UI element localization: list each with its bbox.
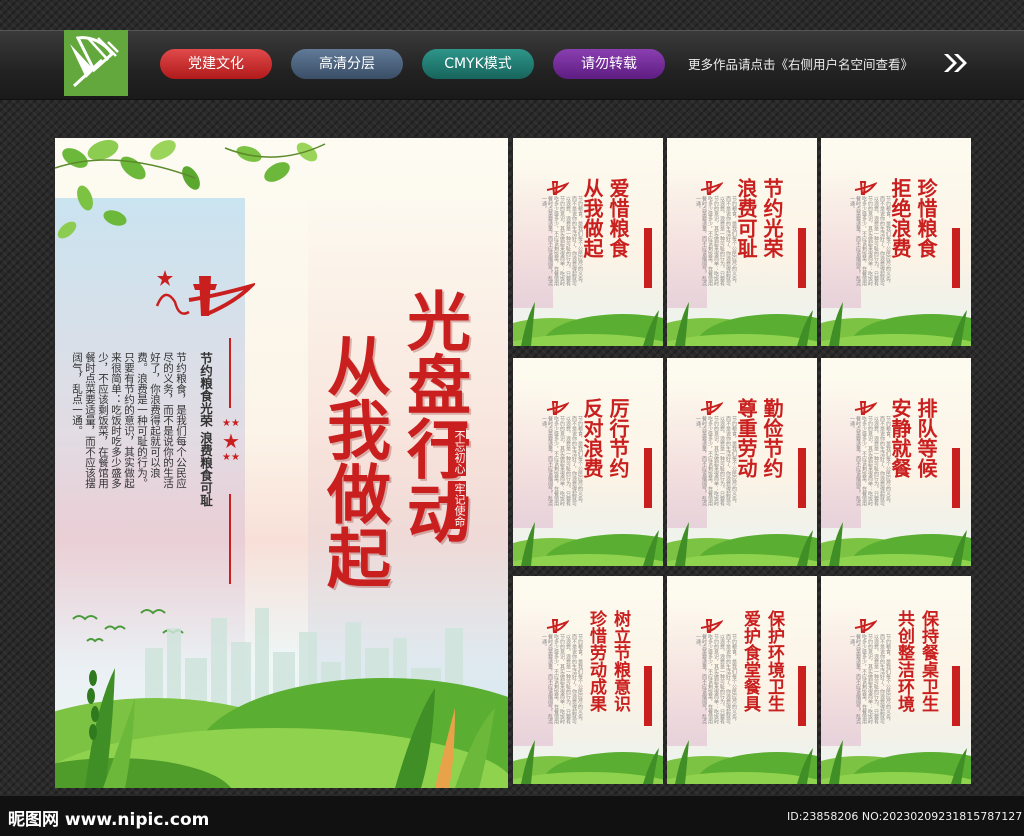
poster-title-line1: 爱惜粮食: [606, 178, 630, 258]
poster-title-line2: 共创整洁环境: [894, 610, 914, 712]
poster-title-line1: 勤俭节约: [760, 398, 784, 478]
tag-hd-layers[interactable]: 高清分层: [291, 49, 403, 79]
poster-hills: [821, 740, 971, 784]
seal-remember-mission: 牢记使命: [448, 481, 466, 529]
small-poster-3[interactable]: 珍惜粮食 拒绝浪费 节约粮食，是我们每个公民应尽的义务，而不是说你的生活好了，你…: [821, 138, 971, 346]
poster-seal: [798, 666, 806, 726]
poster-subtitle: 节约粮食光荣 浪费粮食可耻: [198, 352, 213, 507]
poster-title-line1: 保持餐桌卫生: [918, 610, 938, 712]
small-poster-4[interactable]: 厉行节约 反对浪费 节约粮食，是我们每个公民应尽的义务，而不是说你的生活好了，你…: [513, 358, 663, 566]
poster-fine-print: 节约粮食，是我们每个公民应尽的义务，而不是说你的生活好了，你浪费得起就可以浪费。…: [541, 416, 583, 506]
poster-fine-print: 节约粮食，是我们每个公民应尽的义务，而不是说你的生活好了，你浪费得起就可以浪费。…: [695, 196, 737, 286]
poster-hills: [667, 740, 817, 784]
china-dream-mini-logo: [546, 181, 569, 195]
main-poster: 光盘行动 从我做起 不忘初心 牢记使命 ★★ ★ ★★ 节约粮食光荣 浪费粮食可耻 …: [55, 138, 508, 788]
double-arrow-icon[interactable]: [942, 52, 970, 74]
leaves-decoration: [55, 139, 326, 239]
site-watermark[interactable]: 昵图网 www.nipic.com: [8, 805, 209, 830]
poster-fine-print: 节约粮食，是我们每个公民应尽的义务，而不是说你的生活好了，你浪费得起就可以浪费。…: [849, 196, 891, 286]
tag-party-culture[interactable]: 党建文化: [160, 49, 272, 79]
china-dream-mini-logo: [854, 181, 877, 195]
poster-fine-print: 节约粮食，是我们每个公民应尽的义务，而不是说你的生活好了，你浪费得起就可以浪费。…: [541, 196, 583, 286]
poster-hills: [821, 302, 971, 346]
poster-title-line1: 保护环境卫生: [764, 610, 784, 712]
poster-seal: [644, 228, 652, 288]
more-works-link[interactable]: 更多作品请点击《右侧用户名空间查看》: [688, 54, 913, 73]
red-line-top: [229, 338, 231, 408]
main-title-line2: 从我做起: [316, 333, 391, 589]
poster-hills: [513, 522, 663, 566]
poster-title-line1: 珍惜粮食: [914, 178, 938, 258]
poster-seal: [644, 448, 652, 508]
poster-title-line2: 珍惜劳动成果: [586, 610, 606, 712]
poster-seal: [798, 448, 806, 508]
china-dream-mini-logo: [854, 401, 877, 415]
poster-body-text: 节约粮食，是我们每个公民应尽的义务，而不是说你的生活好了，你浪费得起就可以浪费。…: [71, 352, 187, 489]
poster-fine-print: 节约粮食，是我们每个公民应尽的义务，而不是说你的生活好了，你浪费得起就可以浪费。…: [849, 416, 891, 506]
poster-hills: [513, 302, 663, 346]
small-poster-2[interactable]: 节约光荣 浪费可耻 节约粮食，是我们每个公民应尽的义务，而不是说你的生活好了，你…: [667, 138, 817, 346]
poster-seal: [952, 448, 960, 508]
small-poster-9[interactable]: 保持餐桌卫生 共创整洁环境 节约粮食，是我们每个公民应尽的义务，而不是说你的生活…: [821, 576, 971, 784]
poster-fine-print: 节约粮食，是我们每个公民应尽的义务，而不是说你的生活好了，你浪费得起就可以浪费。…: [541, 634, 583, 724]
small-poster-8[interactable]: 保护环境卫生 爱护食堂餐具 节约粮食，是我们每个公民应尽的义务，而不是说你的生活…: [667, 576, 817, 784]
china-dream-mini-logo: [546, 619, 569, 633]
small-poster-7[interactable]: 树立节粮意识 珍惜劳动成果 节约粮食，是我们每个公民应尽的义务，而不是说你的生活…: [513, 576, 663, 784]
china-dream-mini-logo: [854, 619, 877, 633]
china-dream-mini-logo: [546, 401, 569, 415]
china-dream-mini-logo: [700, 181, 723, 195]
poster-fine-print: 节约粮食，是我们每个公民应尽的义务，而不是说你的生活好了，你浪费得起就可以浪费。…: [695, 416, 737, 506]
green-hills: [55, 668, 508, 788]
poster-seal: [798, 228, 806, 288]
china-dream-logo: [155, 270, 255, 316]
tag-cmyk[interactable]: CMYK模式: [422, 49, 534, 79]
poster-title-line1: 树立节粮意识: [610, 610, 630, 712]
small-poster-6[interactable]: 排队等候 安静就餐 节约粮食，是我们每个公民应尽的义务，而不是说你的生活好了，你…: [821, 358, 971, 566]
red-line-bottom: [229, 494, 231, 584]
poster-fine-print: 节约粮食，是我们每个公民应尽的义务，而不是说你的生活好了，你浪费得起就可以浪费。…: [695, 634, 737, 724]
poster-hills: [667, 522, 817, 566]
stars-decoration: ★★ ★ ★★: [222, 418, 240, 463]
poster-title-line1: 节约光荣: [760, 178, 784, 258]
poster-hills: [821, 522, 971, 566]
small-poster-5[interactable]: 勤俭节约 尊重劳动 节约粮食，是我们每个公民应尽的义务，而不是说你的生活好了，你…: [667, 358, 817, 566]
poster-title-line1: 厉行节约: [606, 398, 630, 478]
image-id-text: ID:23858206 NO:20230209231815787127: [787, 810, 1023, 823]
nipic-logo[interactable]: [64, 30, 128, 96]
small-poster-1[interactable]: 爱惜粮食 从我做起 节约粮食，是我们每个公民应尽的义务，而不是说你的生活好了，你…: [513, 138, 663, 346]
seal-not-forget: 不忘初心: [448, 428, 466, 476]
poster-seal: [952, 228, 960, 288]
poster-hills: [513, 740, 663, 784]
china-dream-mini-logo: [700, 619, 723, 633]
poster-seal: [644, 666, 652, 726]
poster-title-line2: 爱护食堂餐具: [740, 610, 760, 712]
seal-column: 不忘初心 牢记使命: [447, 428, 467, 532]
china-dream-mini-logo: [700, 401, 723, 415]
poster-hills: [667, 302, 817, 346]
poster-seal: [952, 666, 960, 726]
poster-fine-print: 节约粮食，是我们每个公民应尽的义务，而不是说你的生活好了，你浪费得起就可以浪费。…: [849, 634, 891, 724]
tag-no-repost[interactable]: 请勿转载: [553, 49, 665, 79]
poster-title-line1: 排队等候: [914, 398, 938, 478]
